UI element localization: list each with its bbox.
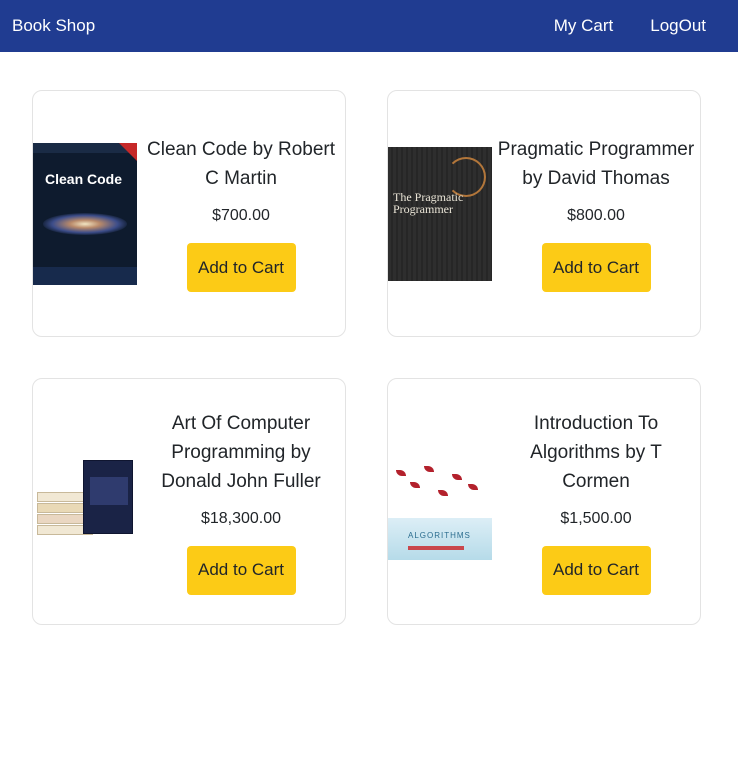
galaxy-image <box>43 212 127 235</box>
product-info: Art Of Computer Programming by Donald Jo… <box>137 409 345 595</box>
book-cover-image: Clean Code <box>33 142 137 285</box>
product-info: Clean Code by Robert C Martin $700.00 Ad… <box>137 135 345 292</box>
cover-title: ALGORITHMS <box>408 530 471 540</box>
clean-code-cover: Clean Code <box>33 142 137 285</box>
product-title: Introduction To Algorithms by T Cormen <box>530 412 662 492</box>
product-info: Pragmatic Programmer by David Thomas $80… <box>492 135 700 292</box>
product-info: Introduction To Algorithms by T Cormen $… <box>492 409 700 595</box>
product-card: Art Of Computer Programming by Donald Jo… <box>32 378 346 625</box>
product-grid: Clean Code Clean Code by Robert C Martin… <box>0 52 738 759</box>
my-cart-link[interactable]: My Cart <box>554 16 614 36</box>
add-to-cart-button[interactable]: Add to Cart <box>186 243 296 292</box>
product-price: $800.00 <box>567 207 625 224</box>
product-price: $700.00 <box>212 207 270 224</box>
book-cover-image <box>33 458 137 546</box>
product-card: ALGORITHMS Introduction To Algorithms by… <box>387 378 701 625</box>
add-to-cart-button[interactable]: Add to Cart <box>541 545 651 595</box>
product-price: $18,300.00 <box>200 509 282 527</box>
product-price: $1,500.00 <box>560 509 632 527</box>
pragmatic-programmer-cover: The Pragmatic Programmer <box>388 146 492 281</box>
product-title: Clean Code by Robert C Martin <box>147 139 335 189</box>
product-card: The Pragmatic Programmer Pragmatic Progr… <box>387 90 701 337</box>
brand-link[interactable]: Book Shop <box>12 16 95 36</box>
art-of-programming-boxset <box>33 458 137 546</box>
product-card: Clean Code Clean Code by Robert C Martin… <box>32 90 346 337</box>
navbar: Book Shop My Cart LogOut <box>0 0 738 52</box>
product-title: Art Of Computer Programming by Donald Jo… <box>161 412 321 492</box>
book-cover-image: ALGORITHMS <box>388 443 492 560</box>
nav-links: My Cart LogOut <box>554 16 726 36</box>
book-cover-image: The Pragmatic Programmer <box>388 146 492 281</box>
intro-to-algorithms-cover: ALGORITHMS <box>388 443 492 560</box>
product-title: Pragmatic Programmer by David Thomas <box>497 139 695 189</box>
add-to-cart-button[interactable]: Add to Cart <box>541 243 651 292</box>
cover-title: The Pragmatic Programmer <box>393 189 464 216</box>
add-to-cart-button[interactable]: Add to Cart <box>186 545 296 595</box>
cover-title: Clean Code <box>45 170 123 187</box>
logout-link[interactable]: LogOut <box>650 16 706 36</box>
